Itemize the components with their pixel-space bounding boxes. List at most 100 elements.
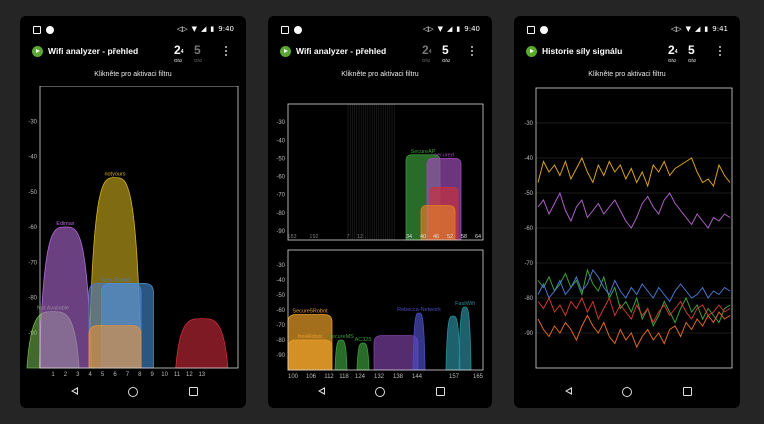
vibrate-icon: ◁▷	[670, 25, 682, 33]
band-5ghz-toggle[interactable]: 5 Ghz	[442, 44, 450, 63]
status-time: 9:40	[464, 25, 480, 33]
home-icon[interactable]	[128, 387, 138, 397]
notification-icon	[540, 26, 548, 34]
y-tick-label: -50	[276, 293, 285, 299]
band-5-unit: Ghz	[688, 58, 697, 63]
x-tick-label: 58	[461, 234, 467, 240]
filter-hint[interactable]: Klikněte pro aktivaci filtru	[20, 71, 246, 78]
status-time: 9:40	[218, 25, 234, 33]
phone-screen-3: ◁▷ ▼ ◢ ▮ 9:41 Historie síly signálu 24 G…	[514, 16, 740, 408]
network-area	[287, 339, 333, 371]
network-label: secured	[434, 152, 454, 158]
y-tick-label: -30	[276, 263, 285, 269]
network-area	[334, 339, 348, 371]
network-area	[175, 318, 229, 369]
network-area	[458, 306, 472, 371]
phone-screen-2: ◁▷ ▼ ◢ ▮ 9:40 Wifi analyzer - přehled 24…	[268, 16, 492, 408]
network-label: AC325	[355, 337, 372, 343]
y-tick-label: -40	[524, 156, 533, 162]
battery-icon: ▮	[210, 25, 215, 33]
app-logo-icon	[32, 46, 43, 57]
y-tick-label: -50	[28, 190, 37, 196]
network-label: SecureMS	[328, 334, 354, 340]
y-tick-label: -70	[524, 261, 533, 267]
band-24ghz-toggle[interactable]: 24 Ghz	[174, 44, 183, 63]
y-tick-label: -80	[28, 296, 37, 302]
band-5ghz-toggle[interactable]: 5 Ghz	[688, 44, 696, 63]
y-tick-label: -40	[28, 155, 37, 161]
app-bar: Historie síly signálu 24 Ghz 5 Ghz	[514, 42, 740, 64]
y-tick-label: -90	[524, 331, 533, 337]
x-tick-label: 183	[287, 234, 296, 240]
network-area	[38, 226, 92, 369]
notification-icon	[46, 26, 54, 34]
overflow-menu-icon[interactable]	[225, 46, 228, 58]
series-line	[537, 268, 731, 303]
y-tick-label: -70	[276, 193, 285, 199]
app-logo-icon	[280, 46, 291, 57]
channel-chart-24ghz[interactable]: -30-40-50-60-70-80-90Not AvailableEdimax…	[20, 86, 246, 378]
overflow-menu-icon[interactable]	[471, 46, 474, 58]
back-icon[interactable]	[71, 387, 78, 395]
y-tick-label: -60	[276, 175, 285, 181]
network-area	[412, 312, 426, 371]
band-24ghz-toggle[interactable]: 24 Ghz	[668, 44, 677, 63]
x-tick-label: 40	[420, 234, 426, 240]
band-24-unit: Ghz	[422, 58, 431, 63]
band-5ghz-toggle[interactable]: 5 Ghz	[194, 44, 202, 63]
status-bar: ◁▷ ▼ ◢ ▮ 9:40	[268, 16, 492, 42]
app-title: Historie síly signálu	[542, 46, 623, 56]
overflow-menu-icon[interactable]	[719, 46, 722, 58]
y-tick-label: -30	[28, 119, 37, 125]
x-tick-label: 7	[346, 234, 349, 240]
network-label: SecureAP	[411, 149, 436, 155]
y-tick-label: -60	[524, 226, 533, 232]
vibrate-icon: ◁▷	[422, 25, 434, 33]
y-tick-label: -40	[276, 138, 285, 144]
vibrate-icon: ◁▷	[176, 25, 188, 33]
back-icon[interactable]	[565, 387, 572, 395]
y-tick-label: -80	[524, 296, 533, 302]
y-tick-label: -50	[524, 191, 533, 197]
network-label: freeRobot	[298, 334, 323, 340]
network-label: Rebecca-Network	[397, 307, 441, 313]
recent-apps-icon[interactable]	[683, 387, 692, 396]
series-line	[537, 191, 731, 229]
wifi-icon: ▼	[191, 25, 198, 33]
status-bar: ◁▷ ▼ ◢ ▮ 9:41	[514, 16, 740, 42]
band-24ghz-toggle[interactable]: 24 Ghz	[422, 44, 431, 63]
y-tick-label: -60	[28, 225, 37, 231]
band-5-unit: Ghz	[194, 58, 203, 63]
back-icon[interactable]	[318, 387, 325, 395]
series-line	[537, 311, 731, 349]
network-area	[88, 325, 142, 369]
notification-icon	[281, 26, 289, 34]
home-icon[interactable]	[622, 387, 632, 397]
app-logo-icon	[526, 46, 537, 57]
y-tick-label: -40	[276, 278, 285, 284]
y-tick-label: -60	[276, 308, 285, 314]
navigation-bar	[514, 378, 740, 408]
battery-icon: ▮	[456, 25, 461, 33]
y-tick-label: -50	[276, 156, 285, 162]
network-label: Tuev-Sound	[100, 277, 130, 283]
notification-icon	[294, 26, 302, 34]
network-label: Edimax	[56, 221, 75, 227]
app-title: Wifi analyzer - přehled	[48, 46, 139, 56]
signal-icon: ◢	[695, 25, 701, 33]
y-tick-label: -30	[276, 120, 285, 126]
recent-apps-icon[interactable]	[436, 387, 445, 396]
signal-history-chart[interactable]: -30 -40 -50 -60 -70 -80 -90	[514, 86, 740, 378]
y-tick-label: -80	[276, 338, 285, 344]
home-icon[interactable]	[375, 387, 385, 397]
notification-icon	[33, 26, 41, 34]
filter-hint[interactable]: Klikněte pro aktivaci filtru	[514, 71, 740, 78]
filter-hint[interactable]: Klikněte pro aktivaci filtru	[268, 71, 492, 78]
x-tick-label: 12	[357, 234, 363, 240]
channel-chart-5ghz[interactable]: -30 -40 -50 -60 -70 -80 -90 SecureAPsecured 183 1…	[268, 86, 492, 378]
x-tick-label: 52	[447, 234, 453, 240]
recent-apps-icon[interactable]	[189, 387, 198, 396]
battery-icon: ▮	[704, 25, 709, 33]
network-label: notyours	[104, 172, 125, 178]
band-24-unit: Ghz	[668, 58, 677, 63]
